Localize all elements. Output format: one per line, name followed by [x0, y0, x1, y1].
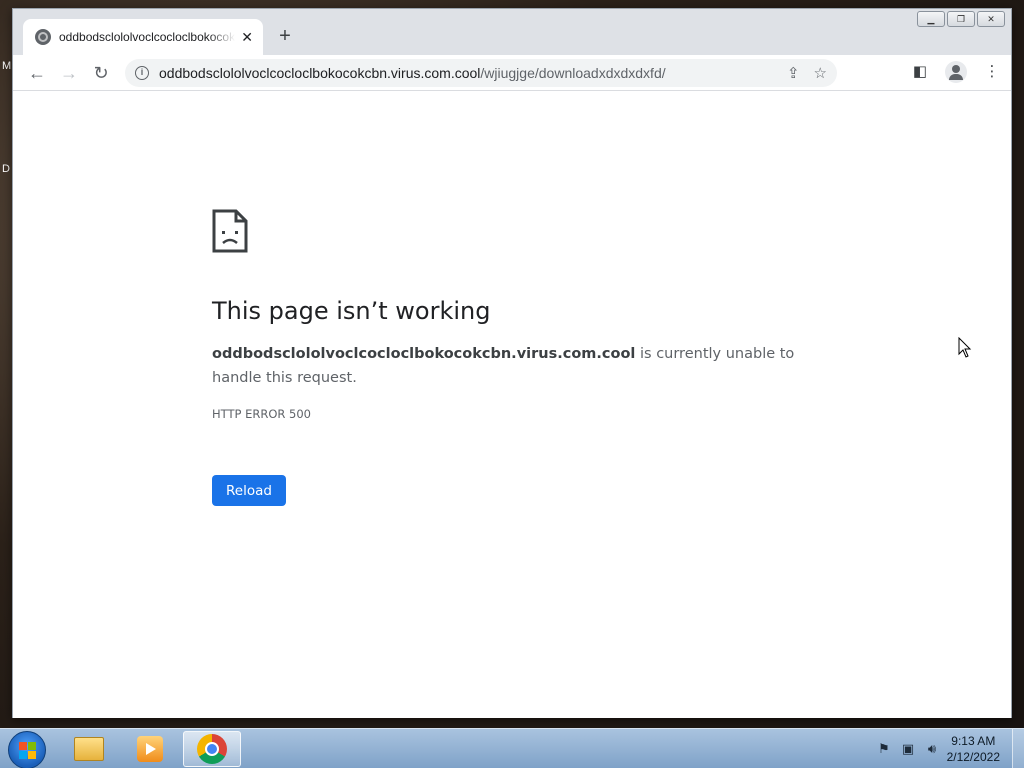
tab-title: oddbodsclololvoclcocloclbokocokcbn.virus…: [59, 30, 236, 44]
new-tab-button[interactable]: +: [273, 25, 297, 49]
error-host: oddbodsclololvoclcocloclbokocokcbn.virus…: [212, 346, 636, 362]
system-tray: ⚑ ▣ 🔊︎: [876, 741, 940, 757]
windows-logo-icon: [19, 742, 36, 759]
error-code: HTTP ERROR 500: [212, 407, 311, 421]
taskbar: ⚑ ▣ 🔊︎ 9:13 AM 2/12/2022: [0, 728, 1024, 768]
globe-icon: [35, 29, 51, 45]
window-controls: ▁ ❐ ✕: [917, 11, 1005, 27]
error-description: oddbodsclololvoclcocloclbokocokcbn.virus…: [212, 342, 822, 390]
clock-time: 9:13 AM: [951, 734, 996, 748]
page-content: This page isn’t working oddbodsclololvoc…: [13, 92, 1011, 718]
menu-kebab-icon[interactable]: ⋮: [981, 61, 1003, 83]
address-bar[interactable]: i oddbodsclololvoclcocloclbokocokcbn.vir…: [125, 59, 837, 87]
taskbar-chrome[interactable]: [183, 731, 241, 767]
taskbar-media-player[interactable]: [121, 731, 179, 767]
back-button[interactable]: ←: [25, 61, 49, 85]
volume-icon[interactable]: 🔊︎: [924, 741, 940, 757]
share-icon[interactable]: ⇪: [787, 64, 800, 82]
url-host: oddbodsclololvoclcocloclbokocokcbn.virus…: [159, 65, 481, 81]
error-title: This page isn’t working: [212, 297, 491, 325]
maximize-button[interactable]: ❐: [947, 11, 975, 27]
desktop-edge-label: D: [2, 163, 10, 175]
network-icon[interactable]: ▣: [900, 741, 916, 757]
chrome-icon: [197, 734, 227, 764]
action-center-flag-icon[interactable]: ⚑: [876, 741, 892, 757]
media-player-icon: [137, 736, 163, 762]
title-bar: oddbodsclololvoclcocloclbokocokcbn.virus…: [13, 9, 1011, 55]
desktop-edge-label: M: [2, 60, 12, 72]
minimize-button[interactable]: ▁: [917, 11, 945, 27]
bookmark-star-icon[interactable]: ☆: [814, 64, 827, 82]
sad-page-icon: [212, 209, 248, 253]
show-desktop-button[interactable]: [1012, 729, 1024, 768]
forward-button[interactable]: →: [57, 61, 81, 85]
reload-button[interactable]: Reload: [212, 475, 286, 506]
clock[interactable]: 9:13 AM 2/12/2022: [947, 733, 1000, 765]
profile-avatar-icon[interactable]: [945, 61, 967, 83]
clock-date: 2/12/2022: [946, 750, 1000, 764]
start-button[interactable]: [8, 731, 46, 768]
close-tab-icon[interactable]: ✕: [241, 29, 253, 46]
side-panel-icon[interactable]: ◧: [909, 61, 931, 83]
folder-icon: [74, 737, 104, 761]
close-window-button[interactable]: ✕: [977, 11, 1005, 27]
tab-active[interactable]: oddbodsclololvoclcocloclbokocokcbn.virus…: [23, 19, 263, 55]
mouse-cursor-icon: [958, 337, 972, 358]
url-path: /wjiugjge/downloadxdxdxdxfd/: [480, 65, 666, 81]
reload-toolbar-button[interactable]: ↻: [89, 61, 113, 85]
browser-window: oddbodsclololvoclcocloclbokocokcbn.virus…: [12, 8, 1012, 718]
info-icon[interactable]: i: [135, 66, 149, 80]
browser-toolbar: ← → ↻ i oddbodsclololvoclcocloclbokocokc…: [13, 55, 1011, 91]
taskbar-explorer[interactable]: [60, 731, 118, 767]
